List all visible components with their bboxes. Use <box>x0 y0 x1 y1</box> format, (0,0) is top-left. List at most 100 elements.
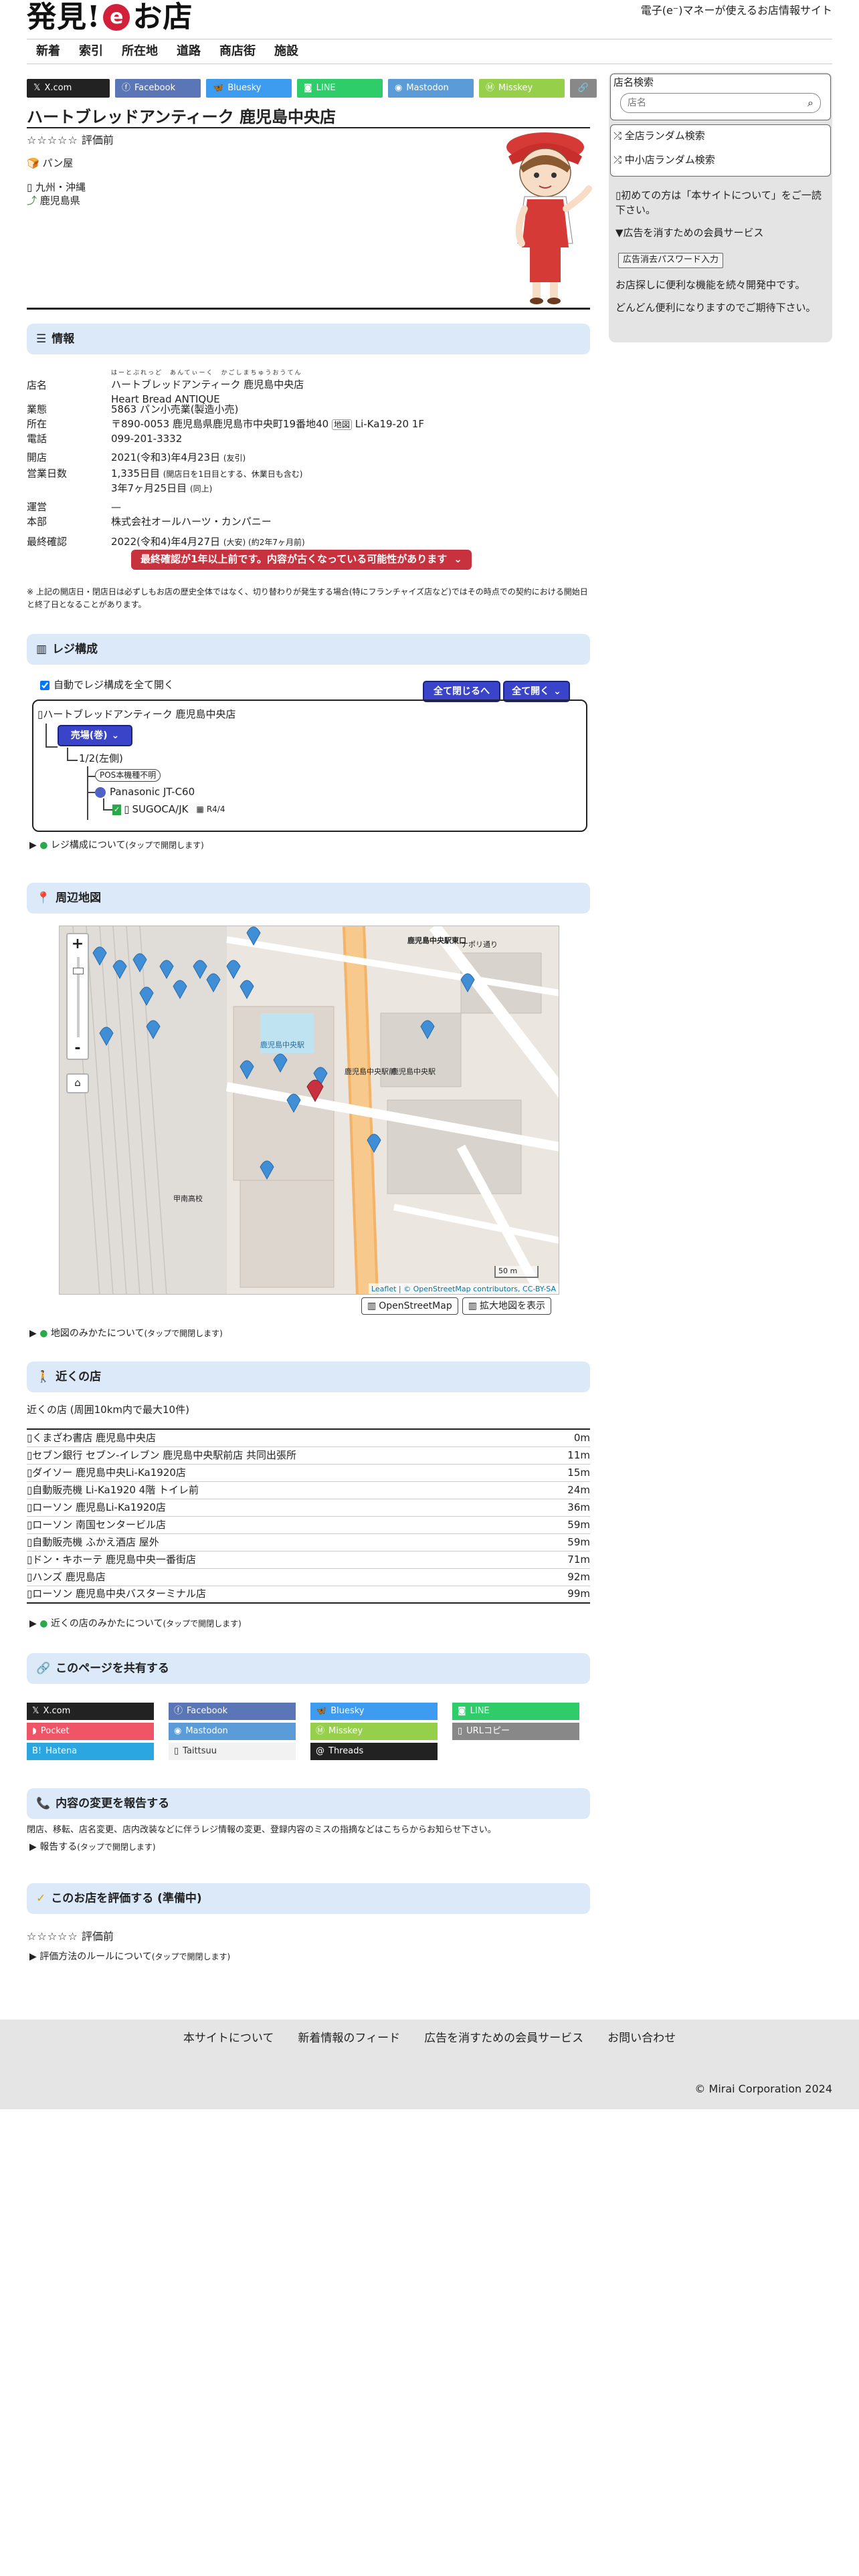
osm-button[interactable]: ▥ OpenStreetMap <box>361 1297 458 1315</box>
info-row-type: 業態 5863 パン小売業(製造小売) <box>27 403 238 417</box>
rating-summary: ☆☆☆☆☆ 評価前 <box>27 132 114 148</box>
nav-index[interactable]: 索引 <box>70 43 112 60</box>
ads-text-1: お店探しに便利な機能を続々開発中です。 <box>615 279 805 291</box>
random-all-link[interactable]: ⤮ 全店ランダム検索 <box>613 129 705 144</box>
footer-link-feed[interactable]: 新着情報のフィード <box>298 2030 400 2047</box>
category-link[interactable]: パン屋 <box>42 157 73 169</box>
info-row-name: 店名 はーとぶれっど あんてぃーく かごしまちゅうおうてん ハートブレッドアンテ… <box>27 369 304 407</box>
nearby-row[interactable]: ▯ローソン 南国センタービル店 59m <box>27 1517 590 1534</box>
share-bluesky-button[interactable]: 🦋 Bluesky <box>206 79 292 98</box>
share-facebook-button[interactable]: ⓕ Facebook <box>169 1703 296 1720</box>
nav-shopping-street[interactable]: 商店街 <box>210 43 265 60</box>
zoom-control: + - <box>66 933 89 1060</box>
nearby-heading: 近くの店 (周囲10km内で最大10件) <box>27 1404 189 1416</box>
map-attribution[interactable]: Leaflet | © OpenStreetMap contributors, … <box>368 1283 559 1294</box>
nearby-row[interactable]: ▯自動販売機 ふかえ酒店 屋外 59m <box>27 1534 590 1551</box>
nav-road[interactable]: 道路 <box>167 43 210 60</box>
nav-facility[interactable]: 施設 <box>265 43 308 60</box>
info-tel[interactable]: 099-201-3332 <box>111 432 182 447</box>
pos-badge: POS本機種不明 <box>95 769 161 782</box>
auto-open-toggle[interactable]: 自動でレジ構成を全て開く <box>40 678 174 693</box>
page-title: ハートブレッドアンティーク 鹿児島中央店 <box>27 108 336 126</box>
share-x-button[interactable]: 𝕏 X.com <box>27 79 110 98</box>
counter-toggle[interactable]: 売場(巻) ⌄ <box>58 725 132 746</box>
stale-warning-button[interactable]: 最終確認が1年以上前です。内容が古くなっている可能性があります ⌄ <box>131 550 472 570</box>
footer-link-about[interactable]: 本サイトについて <box>183 2030 274 2047</box>
section-info-heading: ☰ 情報 <box>27 324 590 354</box>
info-hq-link[interactable]: 株式会社オールハーツ・カンパニー <box>111 515 272 530</box>
brand-link[interactable]: SUGOCA/JK <box>132 802 188 817</box>
x-icon: 𝕏 <box>33 82 41 93</box>
zoom-in-button[interactable]: + <box>68 934 88 954</box>
share-misskey-button[interactable]: Ⓜ Misskey <box>310 1723 438 1740</box>
evaluate-rules-toggle[interactable]: ▶ 評価方法のルールについて(タップで開閉します) <box>29 1950 230 1963</box>
nearby-row[interactable]: ▯ローソン 鹿児島Li-Ka1920店 36m <box>27 1499 590 1517</box>
tree-line <box>103 809 112 811</box>
footer-link-membership[interactable]: 広告を消すための会員サービス <box>424 2030 583 2047</box>
zoom-slider-handle[interactable] <box>73 968 84 974</box>
nearby-row[interactable]: ▯ローソン 鹿児島中央バスターミナル店 99m <box>27 1586 590 1604</box>
logo-e-mark: e <box>103 4 130 31</box>
pref-link[interactable]: 鹿児島県 <box>40 195 80 207</box>
shuffle-icon: ⤮ <box>613 154 622 166</box>
share-taittsuu-button[interactable]: ▯ Taittsuu <box>169 1743 296 1760</box>
site-logo[interactable]: 発見! e お店 <box>27 0 193 35</box>
nearby-row[interactable]: ▯ハンズ 鹿児島店 92m <box>27 1569 590 1586</box>
evaluate-rating: ☆☆☆☆☆ 評価前 <box>27 1929 114 1944</box>
info-type-link[interactable]: 5863 パン小売業(製造小売) <box>111 403 238 417</box>
share-misskey-button[interactable]: Ⓜ Misskey <box>479 79 565 98</box>
top-nav: 新着 索引 所在地 道路 商店街 施設 <box>27 39 832 64</box>
nearby-row[interactable]: ▯セブン銀行 セブン-イレブン 鹿児島中央駅前店 共同出張所 11m <box>27 1447 590 1465</box>
nav-new[interactable]: 新着 <box>27 43 70 60</box>
share-pocket-button[interactable]: ◗ Pocket <box>27 1723 154 1740</box>
share-mastodon-button[interactable]: ◉ Mastodon <box>169 1723 296 1740</box>
copy-url-button[interactable]: ▯ URLコピー <box>452 1723 579 1740</box>
region-row: ▯ 九州・沖縄 <box>27 181 86 195</box>
share-mastodon-button[interactable]: ◉ Mastodon <box>388 79 474 98</box>
bluesky-icon: 🦋 <box>316 1705 327 1716</box>
pref-row: ⤴ 鹿児島県 <box>27 194 80 209</box>
info-key-type: 業態 <box>27 403 47 415</box>
enlarge-map-button[interactable]: ▥ 拡大地図を表示 <box>462 1297 551 1315</box>
share-facebook-button[interactable]: ⓕ Facebook <box>115 79 201 98</box>
copy-link-button[interactable]: 🔗 <box>570 79 597 98</box>
zoom-out-button[interactable]: - <box>68 1039 88 1059</box>
rating-stars[interactable]: ☆☆☆☆☆ <box>27 1930 78 1943</box>
register-about-toggle[interactable]: ▶ ● レジ構成について(タップで開閉します) <box>29 839 204 852</box>
phone-icon: 📞 <box>36 1796 51 1810</box>
random-small-link[interactable]: ⤮ 中小店ランダム検索 <box>613 153 715 168</box>
auto-open-checkbox[interactable] <box>40 680 50 690</box>
map-view[interactable]: + - ⌂ 50 m Leaflet | © OpenStreetMap con… <box>59 926 559 1295</box>
section-share-heading: 🔗 このページを共有する <box>27 1653 590 1684</box>
home-icon[interactable]: ⌂ <box>66 1073 89 1093</box>
nearby-row[interactable]: ▯くまざわ書店 鹿児島中央店 0m <box>27 1430 590 1447</box>
address-map-tag[interactable]: 地図 <box>331 419 352 430</box>
tree-line <box>45 746 58 748</box>
nav-location[interactable]: 所在地 <box>112 43 167 60</box>
share-line-button[interactable]: ◙ LINE <box>297 79 383 98</box>
copy-icon: ▯ <box>458 1725 463 1736</box>
ad-password-button[interactable]: 広告消去パスワード入力 <box>618 253 724 268</box>
region-link[interactable]: 九州・沖縄 <box>35 181 86 193</box>
share-line-button[interactable]: ◙ LINE <box>452 1703 579 1720</box>
search-input[interactable] <box>628 96 795 110</box>
report-toggle[interactable]: ▶ 報告する(タップで開閉します) <box>29 1840 156 1854</box>
mastodon-icon: ◉ <box>395 82 403 93</box>
help-icon: ● <box>39 1618 48 1629</box>
share-x-button[interactable]: 𝕏 X.com <box>27 1703 154 1720</box>
nearby-row[interactable]: ▯ダイソー 鹿児島中央Li-Ka1920店 15m <box>27 1465 590 1482</box>
map-about-toggle[interactable]: ▶ ● 地図のみかたについて(タップで開閉します) <box>29 1327 223 1340</box>
nearby-about-toggle[interactable]: ▶ ● 近くの店のみかたについて(タップで開閉します) <box>29 1617 242 1630</box>
map-scale: 50 m <box>494 1266 539 1278</box>
share-threads-button[interactable]: @ Threads <box>310 1743 438 1760</box>
tree-line <box>87 766 88 820</box>
footer-link-contact[interactable]: お問い合わせ <box>607 2030 676 2047</box>
share-bluesky-button[interactable]: 🦋 Bluesky <box>310 1703 438 1720</box>
nearby-row[interactable]: ▯自動販売機 Li-Ka1920 4階 トイレ前 24m <box>27 1482 590 1499</box>
info-row-days: 営業日数 1,335日目 (開店日を1日目とする、休業日も含む) 3年7ヶ月25… <box>27 467 302 496</box>
info-key-open: 開店 <box>27 451 47 463</box>
info-key-hq: 本部 <box>27 516 47 528</box>
search-icon[interactable]: ⌕ <box>807 95 814 110</box>
share-hatena-button[interactable]: B! Hatena <box>27 1743 154 1760</box>
nearby-row[interactable]: ▯ドン・キホーテ 鹿児島中央一番街店 71m <box>27 1551 590 1569</box>
